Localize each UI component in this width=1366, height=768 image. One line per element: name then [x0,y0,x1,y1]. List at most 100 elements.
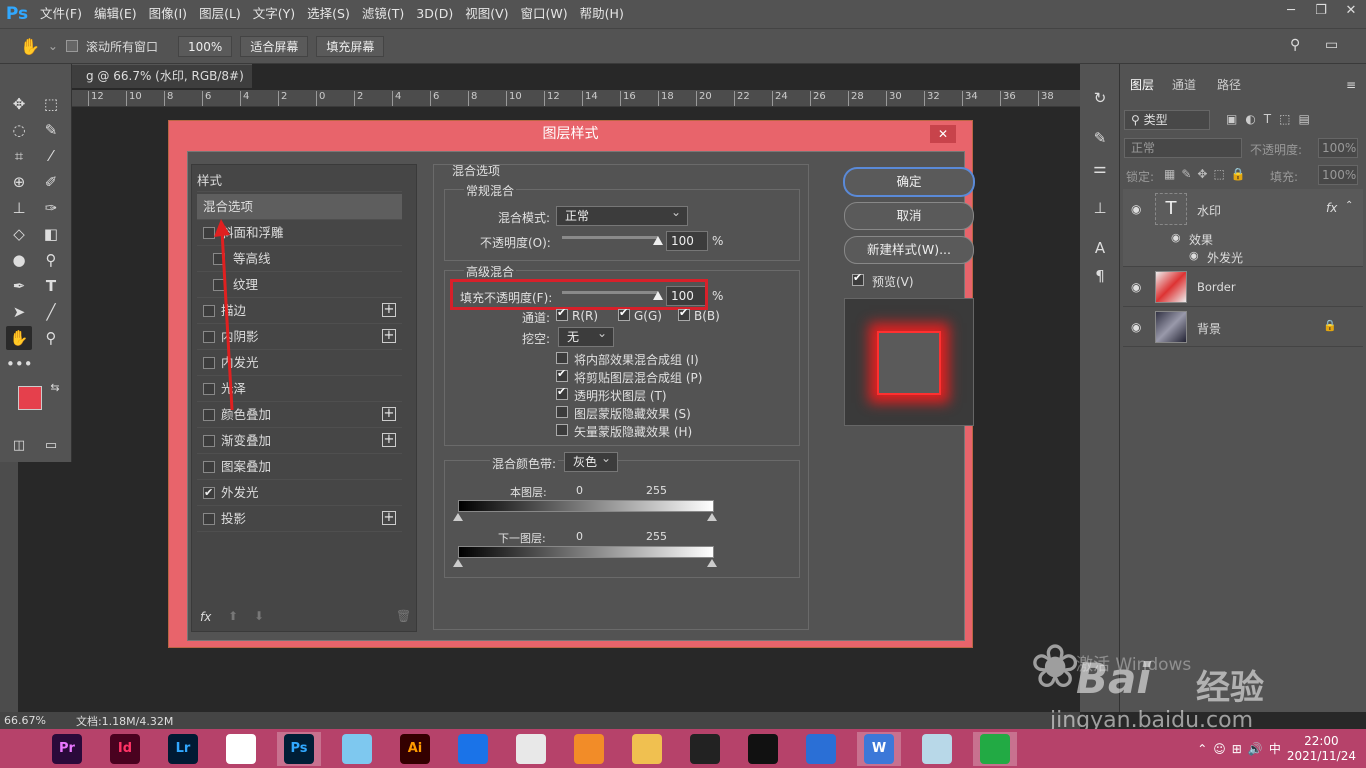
lock-icons[interactable]: ▦✎✥⬚🔒 [1164,167,1252,181]
layer-name[interactable]: 水印 [1197,202,1221,219]
lasso-tool-icon[interactable]: ◌ [6,118,32,142]
opacity-slider-handle[interactable] [653,236,663,245]
healing-brush-icon[interactable]: ⊕ [6,170,32,194]
eye-icon[interactable]: ◉ [1131,202,1141,216]
styles-header[interactable]: 样式 [197,168,402,192]
this-layer-white-handle[interactable] [707,513,717,521]
screen-mode-icon[interactable]: ▭ [38,434,64,458]
knockout-select[interactable]: 无 [558,324,614,347]
history-panel-icon[interactable]: ↻ [1087,86,1113,110]
style-checkbox[interactable] [203,480,215,506]
eraser-tool-icon[interactable]: ◇ [6,222,32,246]
taskbar-app[interactable]: W [857,731,901,766]
tab-layers[interactable]: 图层 [1130,76,1154,93]
eye-icon[interactable]: ◉ [1131,280,1141,294]
menu-item-6[interactable]: 滤镜(T) [356,0,410,28]
more-tools-icon[interactable]: ••• [6,352,33,376]
taskbar-app[interactable] [625,732,669,766]
move-up-icon[interactable]: ⬆ [228,609,238,623]
layer-row[interactable]: ◉ T 水印 fx ⌃ ◉ 效果 ◉ 外发光 [1123,189,1363,267]
add-style-icon[interactable]: + [382,433,396,447]
taskbar-app[interactable] [509,732,553,766]
ime-indicator[interactable]: 中 [1269,740,1281,757]
advanced-option-checkbox[interactable] [556,367,568,382]
menu-item-4[interactable]: 文字(Y) [247,0,301,28]
gradient-tool-icon[interactable]: ◧ [38,222,64,246]
preview-checkbox[interactable] [852,271,864,286]
clock[interactable]: 22:00 2021/11/24 [1287,734,1356,764]
menu-item-10[interactable]: 帮助(H) [574,0,630,28]
style-item[interactable]: 渐变叠加 + [197,428,402,454]
stamp-panel-icon[interactable]: ⊥ [1087,196,1113,220]
hand-tool-icon[interactable]: ✋ [6,326,32,350]
effect-outer-glow[interactable]: 外发光 [1207,249,1243,266]
add-style-icon[interactable]: + [382,303,396,317]
style-checkbox[interactable] [203,461,215,473]
fill-screen-button[interactable]: 填充屏幕 [316,35,385,57]
ok-button[interactable]: 确定 [844,168,974,196]
add-style-icon[interactable]: + [382,329,396,343]
taskbar-app[interactable] [799,732,843,766]
tab-paths[interactable]: 路径 [1217,76,1241,93]
cancel-button[interactable]: 取消 [844,202,974,230]
menu-item-7[interactable]: 3D(D) [410,0,459,28]
tab-channels[interactable]: 通道 [1172,76,1196,93]
blend-if-select[interactable]: 灰色 [564,449,618,472]
effects-eye-icon[interactable]: ◉ [1171,231,1181,244]
layer-row[interactable]: ◉ 背景 🔒 [1123,307,1363,347]
style-item[interactable]: 外发光 [197,480,402,506]
new-style-button[interactable]: 新建样式(W)... [844,236,974,264]
taskbar-app[interactable]: Id [103,732,147,766]
tray-chevron-icon[interactable]: ⌃ [1197,742,1207,756]
taskbar-app[interactable] [683,732,727,766]
move-down-icon[interactable]: ⬇ [254,609,264,623]
taskbar-app[interactable]: Pr [45,732,89,766]
qq-tray-icon[interactable]: ☺ [1213,742,1226,756]
filter-icons[interactable]: ▣◐T⬚▤ [1226,112,1356,126]
volume-icon[interactable]: 🔊 [1248,742,1263,756]
workspace-icon[interactable]: ▭ [1325,37,1338,53]
fit-screen-button[interactable]: 适合屏幕 [240,35,309,57]
taskbar-app[interactable]: Lr [161,732,205,766]
panel-menu-icon[interactable]: ≡ [1346,78,1356,92]
taskbar-app[interactable] [219,732,263,766]
this-layer-gradient[interactable] [458,500,714,512]
advanced-option-checkbox[interactable] [556,406,568,418]
style-item[interactable]: 图案叠加 [197,454,402,480]
swap-colors-icon[interactable]: ⇆ [42,376,68,400]
foreground-color-swatch[interactable] [18,386,42,410]
search-icon[interactable]: ⚲ [1290,37,1300,53]
taskbar-app[interactable] [741,732,785,766]
scroll-all-checkbox[interactable] [65,40,78,52]
hand-tool-icon[interactable]: ✋ [20,37,40,56]
underlying-gradient[interactable] [458,546,714,558]
opacity-slider[interactable] [562,236,658,239]
menu-item-0[interactable]: 文件(F) [34,0,88,28]
quick-select-icon[interactable]: ✎ [38,118,64,142]
zoom-level[interactable]: 66.67% [4,714,46,727]
menu-item-3[interactable]: 图层(L) [193,0,247,28]
blend-mode-select[interactable]: 正常 [556,203,688,226]
taskbar-app[interactable] [973,731,1017,766]
brush-panel-icon[interactable]: ✎ [1087,126,1113,150]
taskbar-app[interactable] [451,732,495,766]
taskbar-app[interactable]: Ps [277,731,321,766]
layer-name[interactable]: Border [1197,280,1236,294]
menu-item-2[interactable]: 图像(I) [143,0,193,28]
eye-icon[interactable]: ◉ [1131,320,1141,334]
style-checkbox[interactable] [203,435,215,447]
chevron-up-icon[interactable]: ⌃ [1345,200,1353,211]
menu-item-9[interactable]: 窗口(W) [515,0,574,28]
fx-menu-icon[interactable]: fx [200,610,211,624]
pen-tool-icon[interactable]: ✒ [6,274,32,298]
this-layer-black-handle[interactable] [453,513,463,521]
opacity-input[interactable]: 100 [666,231,708,251]
taskbar-app[interactable] [567,732,611,766]
layer-row[interactable]: ◉ Border [1123,267,1363,307]
advanced-option-checkbox[interactable] [556,385,568,400]
path-select-icon[interactable]: ➤ [6,300,32,324]
layer-name[interactable]: 背景 [1197,320,1221,337]
menu-item-5[interactable]: 选择(S) [301,0,356,28]
trash-icon[interactable]: 🗑 [396,609,411,623]
blend-mode-select[interactable]: 正常 [1124,138,1242,158]
